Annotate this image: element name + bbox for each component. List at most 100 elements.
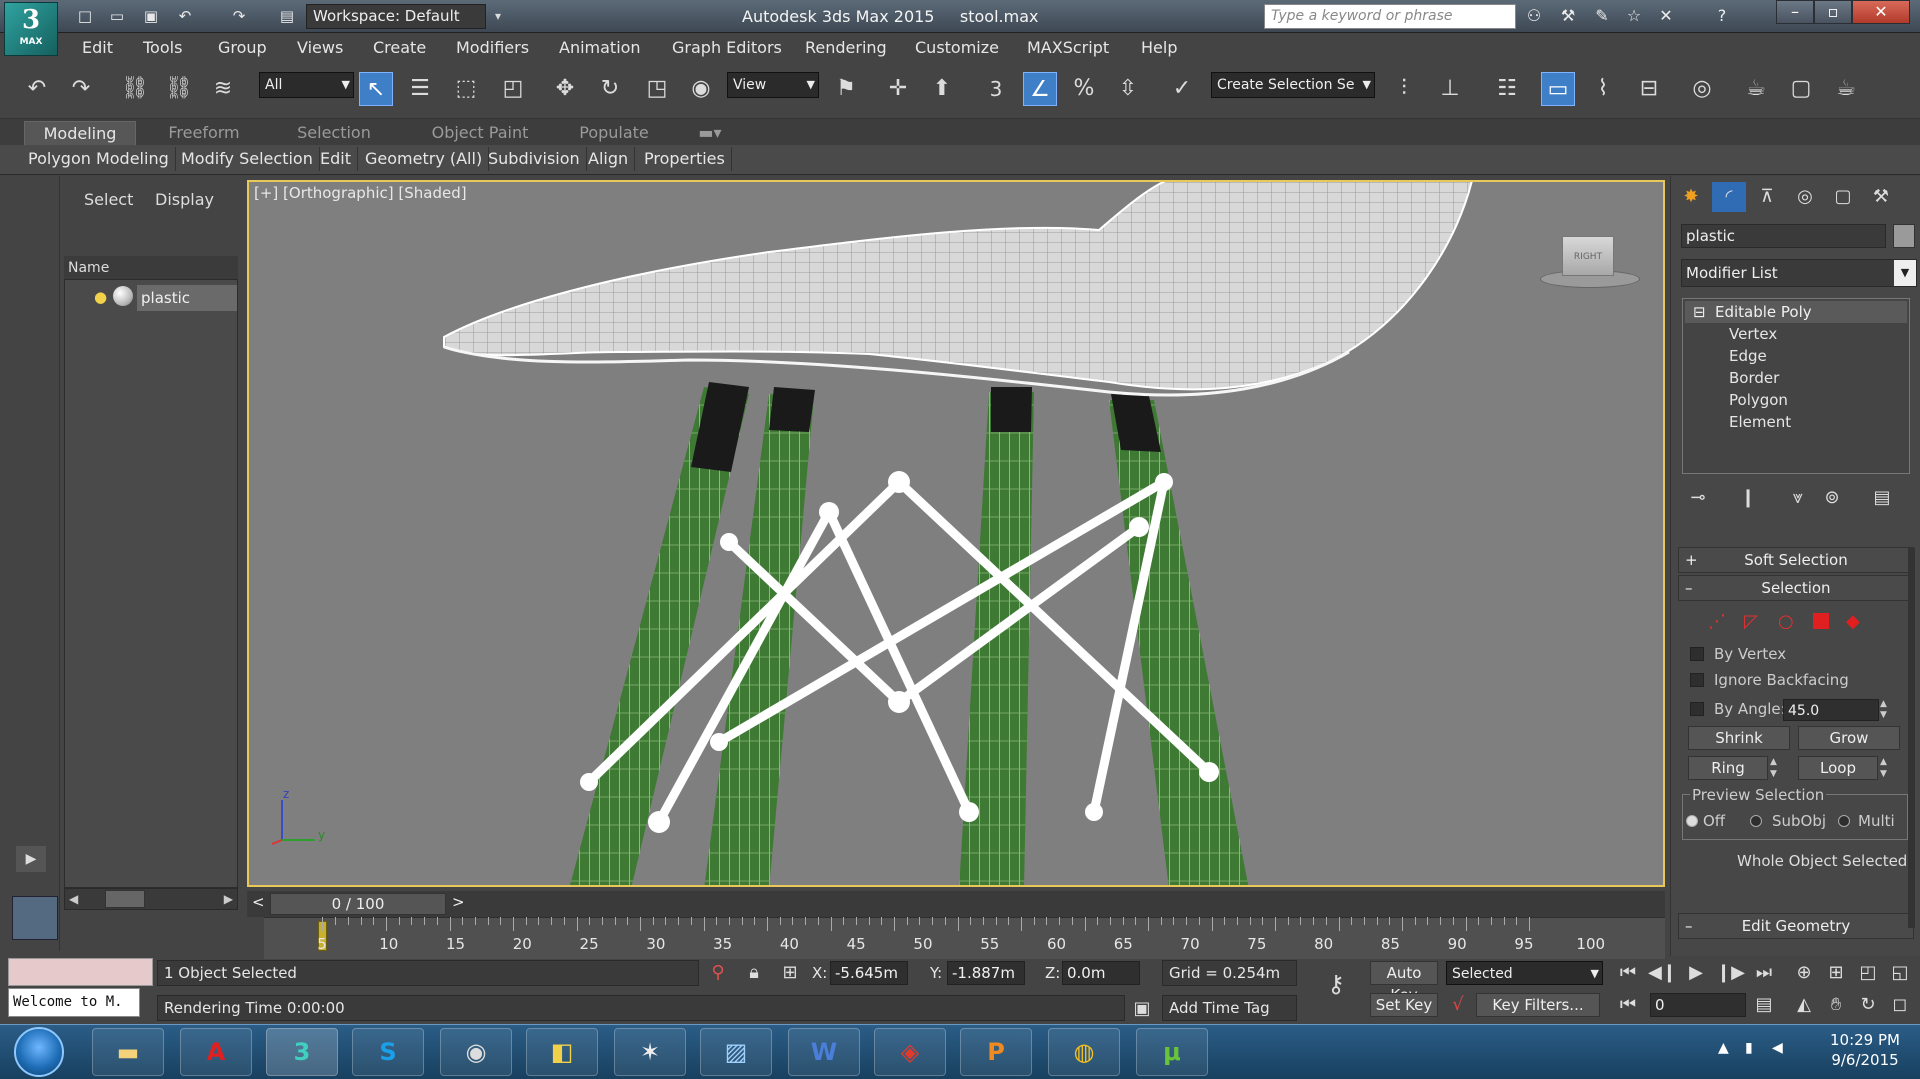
render-production-icon[interactable]: ☕ [1829, 72, 1863, 106]
utilities-tab-icon[interactable]: ⚒ [1864, 182, 1898, 212]
shrink-button[interactable]: Shrink [1688, 726, 1790, 750]
select-object-icon[interactable]: ↖ [359, 72, 393, 106]
schematic-view-icon[interactable]: ⊟ [1632, 72, 1666, 106]
pin-stack-icon[interactable]: ⊸ [1684, 484, 1712, 512]
menu-graph-editors[interactable]: Graph Editors [672, 33, 782, 63]
time-configuration-icon[interactable]: ▤ [1752, 991, 1776, 1019]
start-button[interactable] [14, 1027, 64, 1077]
y-coordinate-field[interactable]: -1.887m [947, 961, 1025, 985]
go-to-end-icon[interactable]: ⏭ [1750, 959, 1778, 987]
time-prev-button[interactable]: < [252, 893, 265, 911]
tab-populate[interactable]: Populate [562, 121, 666, 145]
current-frame-field[interactable]: 0 [1650, 993, 1746, 1017]
loop-spinner-arrows[interactable]: ▲ ▼ [1880, 756, 1894, 780]
menu-modifiers[interactable]: Modifiers [456, 33, 529, 63]
key-mode-dropdown[interactable]: Selected ▼ [1446, 961, 1603, 985]
create-tab-icon[interactable]: ✸ [1674, 182, 1708, 212]
menu-animation[interactable]: Animation [559, 33, 641, 63]
pivot-center-icon[interactable]: ⚑ [829, 72, 863, 106]
render-setup-icon[interactable]: ☕ [1739, 72, 1773, 106]
redo-icon[interactable]: ↷ [64, 72, 98, 106]
edit-geometry-rollout[interactable]: – Edit Geometry [1678, 913, 1914, 939]
next-frame-icon[interactable]: ❙▶ [1716, 959, 1745, 987]
viewport-label[interactable]: [+] [Orthographic] [Shaded] [254, 184, 467, 202]
workspace-expand-icon[interactable]: ▾ [488, 4, 508, 29]
unlink-icon[interactable]: ⛓ [162, 72, 196, 106]
select-and-link-icon[interactable]: ⛓ [118, 72, 152, 106]
x-coordinate-field[interactable]: -5.645m [830, 961, 908, 985]
soft-selection-rollout[interactable]: + Soft Selection [1678, 547, 1914, 573]
pan-view-icon[interactable]: ✋︎ [1822, 991, 1850, 1019]
show-hidden-icons-icon[interactable]: ▲ [1718, 1040, 1729, 1056]
viewport-layout-icon[interactable] [12, 896, 58, 940]
menu-maxscript[interactable]: MAXScript [1027, 33, 1109, 63]
ribbon-modify-selection[interactable]: Modify Selection [175, 147, 320, 171]
keyboard-shortcut-override-icon[interactable]: ⬆ [925, 72, 959, 106]
select-by-name-icon[interactable]: ☰ [403, 72, 437, 106]
configure-sets-icon[interactable]: ▤ [1868, 484, 1896, 512]
taskbar-powerpoint-icon[interactable]: P [960, 1028, 1032, 1076]
rotate-icon[interactable]: ↻ [593, 72, 627, 106]
make-unique-icon[interactable]: ⩔ [1784, 484, 1812, 512]
subobject-polygon[interactable]: Polygon [1729, 391, 1788, 409]
auto-key-button[interactable]: Auto Key [1370, 961, 1438, 1004]
key-mode-toggle-icon[interactable]: ⏮ [1614, 991, 1642, 1019]
scroll-right-icon[interactable]: ▶ [224, 889, 233, 909]
subobject-vertex[interactable]: Vertex [1729, 325, 1777, 343]
loop-button[interactable]: Loop [1798, 756, 1878, 780]
menu-customize[interactable]: Customize [915, 33, 999, 63]
material-editor-icon[interactable]: ◎ [1685, 72, 1719, 106]
taskbar-3dsmax-icon[interactable]: 3 [266, 1028, 338, 1076]
edit-named-selection-icon[interactable]: ✓ [1165, 72, 1199, 106]
save-file-icon[interactable]: ▣ [140, 6, 162, 26]
menu-rendering[interactable]: Rendering [805, 33, 887, 63]
polygon-mode-icon[interactable] [1813, 613, 1829, 629]
reference-coordinate-dropdown[interactable]: View ▼ [727, 72, 819, 98]
taskbar-cinema4d-icon[interactable]: ◉ [440, 1028, 512, 1076]
taskbar-utorrent-icon[interactable]: μ [1136, 1028, 1208, 1076]
taskbar-folder-icon[interactable]: ◧ [526, 1028, 598, 1076]
rectangular-selection-icon[interactable]: ⬚ [449, 72, 483, 106]
subobject-edge[interactable]: Edge [1729, 347, 1767, 365]
key-curve-icon[interactable]: √ [1446, 991, 1470, 1019]
ribbon-subdivision[interactable]: Subdivision [482, 147, 587, 171]
toggle-ribbon-icon[interactable]: ▭ [1541, 72, 1575, 106]
ribbon-options-icon[interactable]: ▬▾ [690, 121, 730, 145]
ribbon-geometry-all[interactable]: Geometry (All) [359, 147, 490, 171]
maximize-viewport-icon[interactable]: ◻ [1886, 991, 1914, 1019]
field-of-view-icon[interactable]: ◭ [1790, 991, 1818, 1019]
selection-lock-icon[interactable]: 🔒︎ [742, 959, 766, 987]
motion-tab-icon[interactable]: ◎ [1788, 182, 1822, 212]
scene-tab-display[interactable]: Display [155, 190, 214, 209]
ribbon-polygon-modeling[interactable]: Polygon Modeling [22, 147, 176, 171]
taskbar-zbrush-icon[interactable]: ✶ [614, 1028, 686, 1076]
absolute-mode-icon[interactable]: ⊞ [778, 959, 802, 987]
scene-item-plastic[interactable]: plastic [137, 285, 237, 311]
bind-to-space-warp-icon[interactable]: ≋ [206, 72, 240, 106]
curve-editor-icon[interactable]: ⌇ [1586, 72, 1620, 106]
time-slider[interactable]: 0 / 100 [270, 893, 446, 915]
menu-views[interactable]: Views [297, 33, 343, 63]
menu-help[interactable]: Help [1141, 33, 1177, 63]
binoculars-icon[interactable]: ⚇ [1522, 5, 1546, 27]
tab-selection[interactable]: Selection [282, 121, 386, 145]
subobject-element[interactable]: Element [1729, 413, 1791, 431]
remove-modifier-icon[interactable]: ⊚ [1818, 484, 1846, 512]
rendered-frame-window-icon[interactable]: ▢ [1784, 72, 1818, 106]
scene-horizontal-scrollbar[interactable]: ◀ ▶ [64, 888, 238, 910]
zoom-extents-all-icon[interactable]: ◱ [1886, 959, 1914, 987]
by-vertex-checkbox[interactable] [1690, 647, 1704, 661]
undo-icon[interactable]: ↶ [174, 6, 196, 26]
ignore-backfacing-checkbox[interactable] [1690, 673, 1704, 687]
scene-tab-select[interactable]: Select [84, 190, 133, 209]
menu-tools[interactable]: Tools [143, 33, 182, 63]
favorites-star-icon[interactable]: ☆ [1622, 5, 1646, 27]
preview-multi-radio[interactable] [1838, 815, 1850, 827]
show-end-result-icon[interactable]: ❙ [1734, 484, 1762, 512]
collapse-icon[interactable]: ⊟ [1693, 301, 1706, 323]
time-next-button[interactable]: > [452, 893, 465, 911]
layer-manager-icon[interactable]: ☷ [1490, 72, 1524, 106]
named-selection-sets-dropdown[interactable]: Create Selection Se ▼ [1211, 72, 1375, 98]
undo-icon[interactable]: ↶ [20, 72, 54, 106]
workspace-dropdown[interactable]: Workspace: Default [306, 4, 486, 29]
